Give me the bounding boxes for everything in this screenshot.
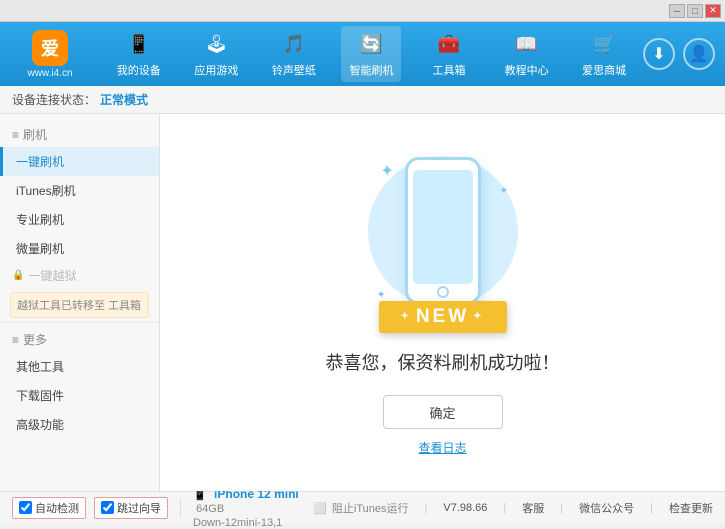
sidebar: ≡ 刷机 一键刷机 iTunes刷机 专业刷机 微量刷机 🔒 一键越狱 越狱工具… — [0, 114, 160, 491]
nav-item-toolbox[interactable]: 🧰 工具箱 — [419, 26, 479, 82]
smart-flash-icon: 🔄 — [357, 30, 385, 58]
sidebar-item-save-flash[interactable]: 微量刷机 — [0, 234, 159, 263]
success-message: 恭喜您，保资料刷机成功啦！ — [326, 349, 560, 375]
toolbox-label: 工具箱 — [433, 62, 466, 78]
tutorial-label: 教程中心 — [505, 62, 549, 78]
content-area: ✦ ✦ ✦ ✦NEW✦ 恭喜您，保资料刷机成功啦！ 确定 查看日志 — [160, 114, 725, 491]
wechat-link[interactable]: 微信公众号 — [579, 500, 634, 516]
sidebar-section-jailbreak: 🔒 一键越狱 — [0, 263, 159, 288]
sidebar-divider — [0, 322, 159, 323]
nav-item-smart-flash[interactable]: 🔄 智能刷机 — [341, 26, 401, 82]
apps-games-label: 应用游戏 — [194, 62, 238, 78]
version-label: V7.98.66 — [443, 502, 487, 514]
sidebar-section-flash: ≡ 刷机 — [0, 122, 159, 147]
lock-icon: 🔒 — [12, 270, 24, 281]
skip-wizard-checkbox[interactable]: 跳过向导 — [94, 497, 168, 519]
bottom-right: ⬜ 阻止iTunes运行 | V7.98.66 | 客服 | 微信公众号 | 检… — [313, 500, 713, 516]
nav-item-apps-games[interactable]: 🕹 应用游戏 — [186, 26, 246, 82]
nav-item-tutorial[interactable]: 📖 教程中心 — [497, 26, 557, 82]
bottom-device: 📱 iPhone 12 mini 64GB Down-12mini-13,1 — [189, 487, 313, 529]
nav-item-store[interactable]: 🛒 爱思商城 — [574, 26, 634, 82]
my-device-label: 我的设备 — [117, 62, 161, 78]
sidebar-item-pro-flash[interactable]: 专业刷机 — [0, 205, 159, 234]
minimize-button[interactable]: ─ — [669, 4, 685, 18]
apps-games-icon: 🕹 — [202, 30, 230, 58]
store-label: 爱思商城 — [582, 62, 626, 78]
nav-item-my-device[interactable]: 📱 我的设备 — [109, 26, 169, 82]
status-label: 设备连接状态： — [12, 91, 96, 108]
sidebar-item-one-click-flash[interactable]: 一键刷机 — [0, 147, 159, 176]
window-controls: ─ □ ✕ — [669, 4, 721, 18]
confirm-button[interactable]: 确定 — [383, 395, 503, 429]
skip-wizard-input[interactable] — [101, 501, 114, 514]
stop-itunes: ⬜ 阻止iTunes运行 — [313, 500, 408, 516]
nav-bar: 爱 www.i4.cn 📱 我的设备 🕹 应用游戏 🎵 铃声壁纸 🔄 智能刷机 … — [0, 22, 725, 86]
auto-connect-checkbox[interactable]: 自动检测 — [12, 497, 86, 519]
download-button[interactable]: ⬇ — [643, 38, 675, 70]
auto-connect-input[interactable] — [19, 501, 32, 514]
sidebar-section-more: ≡ 更多 — [0, 327, 159, 352]
toolbox-icon: 🧰 — [435, 30, 463, 58]
user-button[interactable]: 👤 — [683, 38, 715, 70]
service-link[interactable]: 客服 — [522, 500, 544, 516]
ringtone-label: 铃声壁纸 — [272, 62, 316, 78]
sidebar-item-itunes-flash[interactable]: iTunes刷机 — [0, 176, 159, 205]
smart-flash-label: 智能刷机 — [349, 62, 393, 78]
jailbreak-section-title: 一键越狱 — [28, 267, 76, 284]
flash-section-icon: ≡ — [12, 128, 19, 142]
nav-item-ringtone[interactable]: 🎵 铃声壁纸 — [264, 26, 324, 82]
my-device-icon: 📱 — [125, 30, 153, 58]
nav-right: ⬇ 👤 — [643, 38, 715, 70]
logo-icon: 爱 — [32, 30, 68, 66]
more-section-title: 更多 — [23, 331, 47, 348]
logo: 爱 www.i4.cn — [10, 30, 90, 79]
main-layout: ≡ 刷机 一键刷机 iTunes刷机 专业刷机 微量刷机 🔒 一键越狱 越狱工具… — [0, 114, 725, 491]
device-storage: 64GB — [193, 503, 224, 515]
sidebar-item-download-firmware[interactable]: 下载固件 — [0, 381, 159, 410]
bottom-bar: 自动检测 跳过向导 📱 iPhone 12 mini 64GB Down-12m… — [0, 491, 725, 523]
more-section-icon: ≡ — [12, 333, 19, 347]
status-bar: 设备连接状态： 正常模式 — [0, 86, 725, 114]
title-bar: ─ □ ✕ — [0, 0, 725, 22]
nav-items: 📱 我的设备 🕹 应用游戏 🎵 铃声壁纸 🔄 智能刷机 🧰 工具箱 📖 教程中心… — [100, 26, 643, 82]
check-update-link[interactable]: 检查更新 — [669, 500, 713, 516]
secondary-link[interactable]: 查看日志 — [418, 439, 466, 456]
jailbreak-notice: 越狱工具已转移至 工具箱 — [10, 292, 149, 318]
close-button[interactable]: ✕ — [705, 4, 721, 18]
sidebar-item-advanced[interactable]: 高级功能 — [0, 410, 159, 439]
auto-connect-label: 自动检测 — [35, 500, 79, 516]
maximize-button[interactable]: □ — [687, 4, 703, 18]
tutorial-icon: 📖 — [513, 30, 541, 58]
phone-illustration: ✦ ✦ ✦ ✦NEW✦ — [363, 149, 523, 329]
bottom-left: 自动检测 跳过向导 — [12, 497, 172, 519]
store-icon: 🛒 — [590, 30, 618, 58]
ringtone-icon: 🎵 — [280, 30, 308, 58]
flash-section-title: 刷机 — [23, 126, 47, 143]
status-value: 正常模式 — [100, 91, 148, 108]
sidebar-item-other-tools[interactable]: 其他工具 — [0, 352, 159, 381]
skip-wizard-label: 跳过向导 — [117, 500, 161, 516]
new-badge: NEW — [416, 306, 469, 327]
logo-domain: www.i4.cn — [27, 68, 72, 79]
